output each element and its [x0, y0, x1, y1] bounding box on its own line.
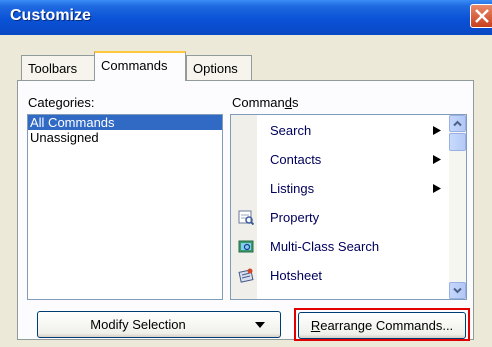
commands-list[interactable]: Search Contacts Listings Property Multi-…: [230, 114, 467, 300]
close-button[interactable]: [470, 4, 492, 28]
property-icon: [238, 210, 254, 225]
tab-toolbars[interactable]: Toolbars: [21, 55, 95, 80]
categories-label: Categories:: [28, 95, 95, 110]
submenu-arrow-icon: [433, 126, 441, 135]
command-item-property[interactable]: Property: [231, 204, 449, 230]
command-item-contacts[interactable]: Contacts: [231, 146, 449, 172]
command-item-hotsheet[interactable]: Hotsheet: [231, 262, 449, 288]
commands-label: Commands: [232, 95, 299, 110]
submenu-arrow-icon: [433, 155, 441, 164]
multi-class-search-icon: [238, 240, 254, 253]
command-item-search[interactable]: Search: [231, 117, 449, 143]
tab-commands[interactable]: Commands: [94, 51, 186, 81]
scroll-thumb[interactable]: [449, 133, 466, 151]
dropdown-arrow-icon: [255, 322, 265, 328]
categories-list[interactable]: All Commands Unassigned: [27, 114, 223, 300]
window-title: Customize: [10, 7, 91, 24]
hotsheet-icon: [238, 268, 254, 283]
scroll-up-button[interactable]: [449, 115, 466, 132]
submenu-arrow-icon: [433, 184, 441, 193]
tab-options[interactable]: Options: [186, 55, 252, 80]
chevron-up-icon: [453, 120, 462, 127]
close-icon: [475, 9, 489, 23]
commands-scrollbar[interactable]: [449, 115, 466, 299]
chevron-down-icon: [453, 287, 462, 294]
category-item-all-commands[interactable]: All Commands: [28, 115, 222, 130]
command-item-listings[interactable]: Listings: [231, 175, 449, 201]
highlight-box: [294, 308, 470, 341]
category-item-unassigned[interactable]: Unassigned: [28, 130, 222, 145]
modify-selection-button[interactable]: Modify Selection: [37, 311, 281, 338]
command-item-multi-class-search[interactable]: Multi-Class Search: [231, 233, 449, 259]
scroll-down-button[interactable]: [449, 282, 466, 299]
title-bar: Customize: [0, 0, 492, 35]
